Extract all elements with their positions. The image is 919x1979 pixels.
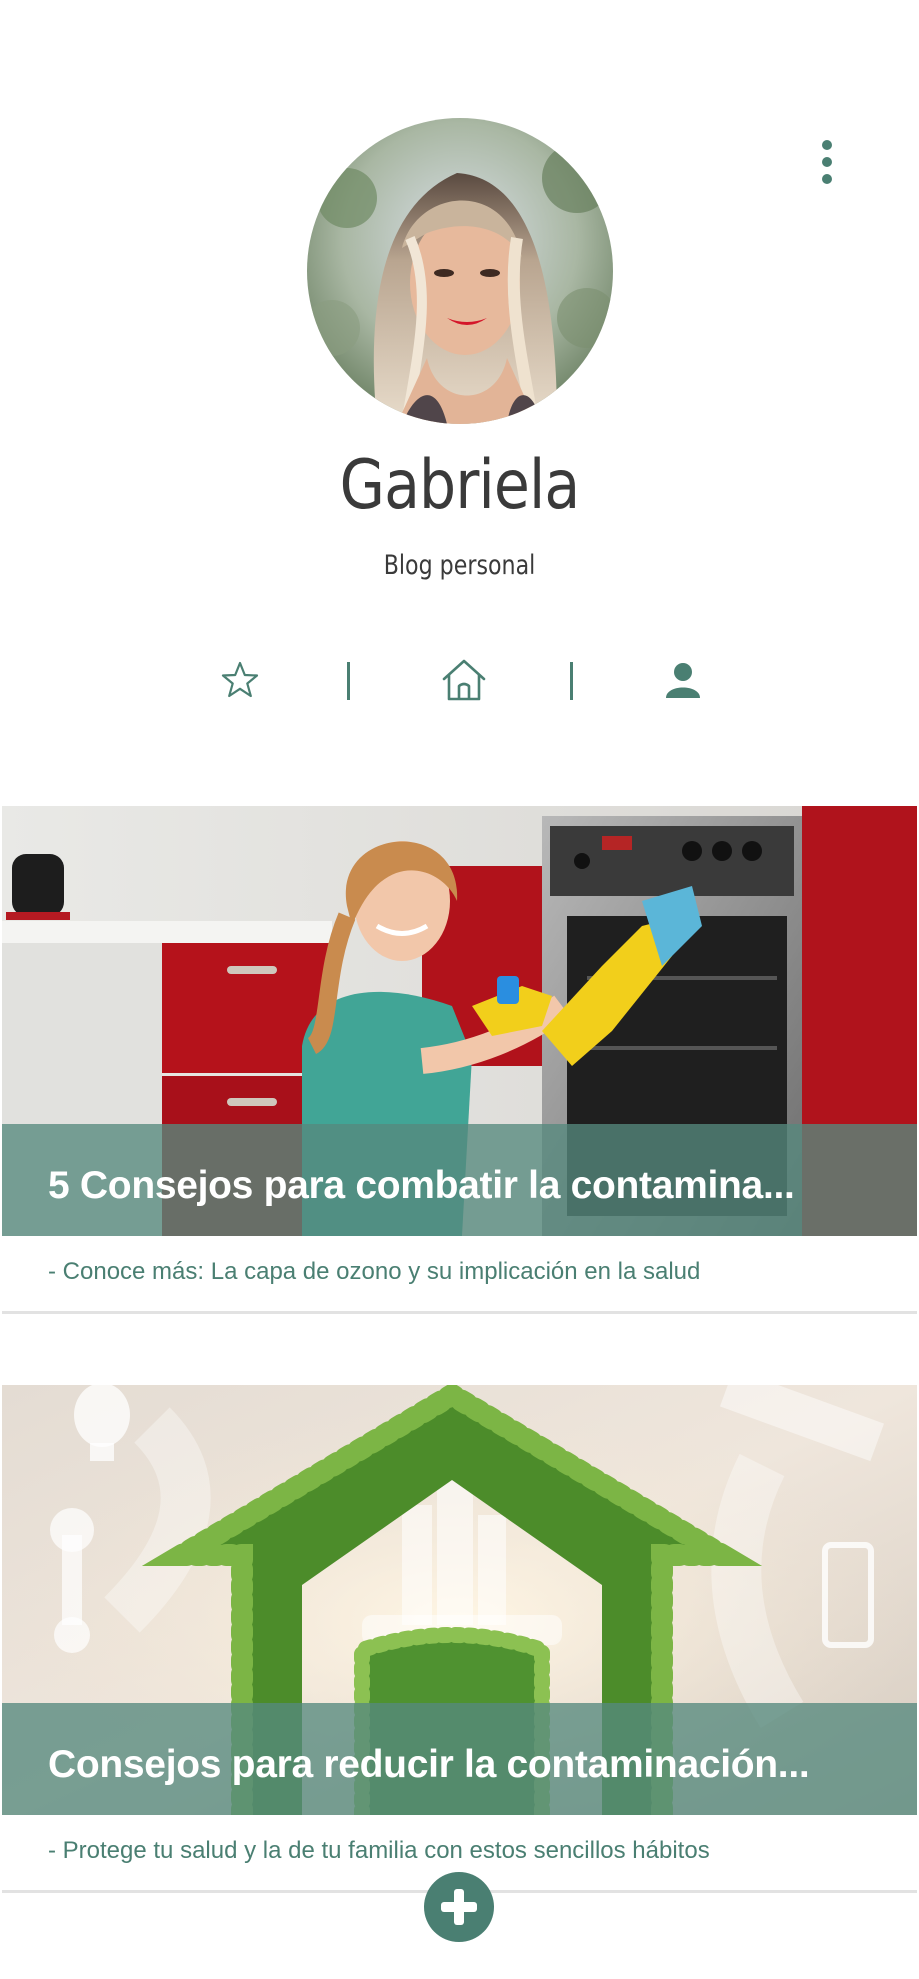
post-summary-link[interactable]: - Conoce más: La capa de ozono y su impl… xyxy=(48,1258,700,1286)
more-vertical-icon-dot xyxy=(822,157,832,167)
divider xyxy=(2,1311,917,1314)
more-vertical-icon xyxy=(822,140,832,150)
post-summary-link[interactable]: - Protege tu salud y la de tu familia co… xyxy=(48,1837,710,1865)
user-icon xyxy=(666,663,700,698)
nav-separator xyxy=(347,662,350,700)
post-title: Consejos para reducir la contaminación..… xyxy=(48,1743,810,1786)
tab-favorites[interactable] xyxy=(215,656,265,704)
profile-name: Gabriela xyxy=(339,446,581,525)
more-options-button[interactable] xyxy=(807,136,847,188)
nav-separator xyxy=(570,662,573,700)
post-image[interactable]: 5 Consejos para combatir la contamina... xyxy=(2,806,917,1236)
tab-profile[interactable] xyxy=(658,656,708,704)
profile-photo xyxy=(307,118,613,424)
plus-icon xyxy=(441,1889,477,1925)
post-image[interactable]: Consejos para reducir la contaminación..… xyxy=(2,1385,917,1815)
more-vertical-icon-dot xyxy=(822,174,832,184)
tab-home[interactable] xyxy=(439,656,489,704)
profile-subtitle: Blog personal xyxy=(383,550,536,581)
home-icon xyxy=(442,659,486,701)
add-post-button[interactable] xyxy=(424,1872,494,1942)
profile-screen: Gabriela Blog personal 5 Consejos para c… xyxy=(0,0,919,1979)
star-icon xyxy=(221,661,259,698)
post-title: 5 Consejos para combatir la contamina... xyxy=(48,1164,795,1207)
avatar[interactable] xyxy=(307,118,613,424)
